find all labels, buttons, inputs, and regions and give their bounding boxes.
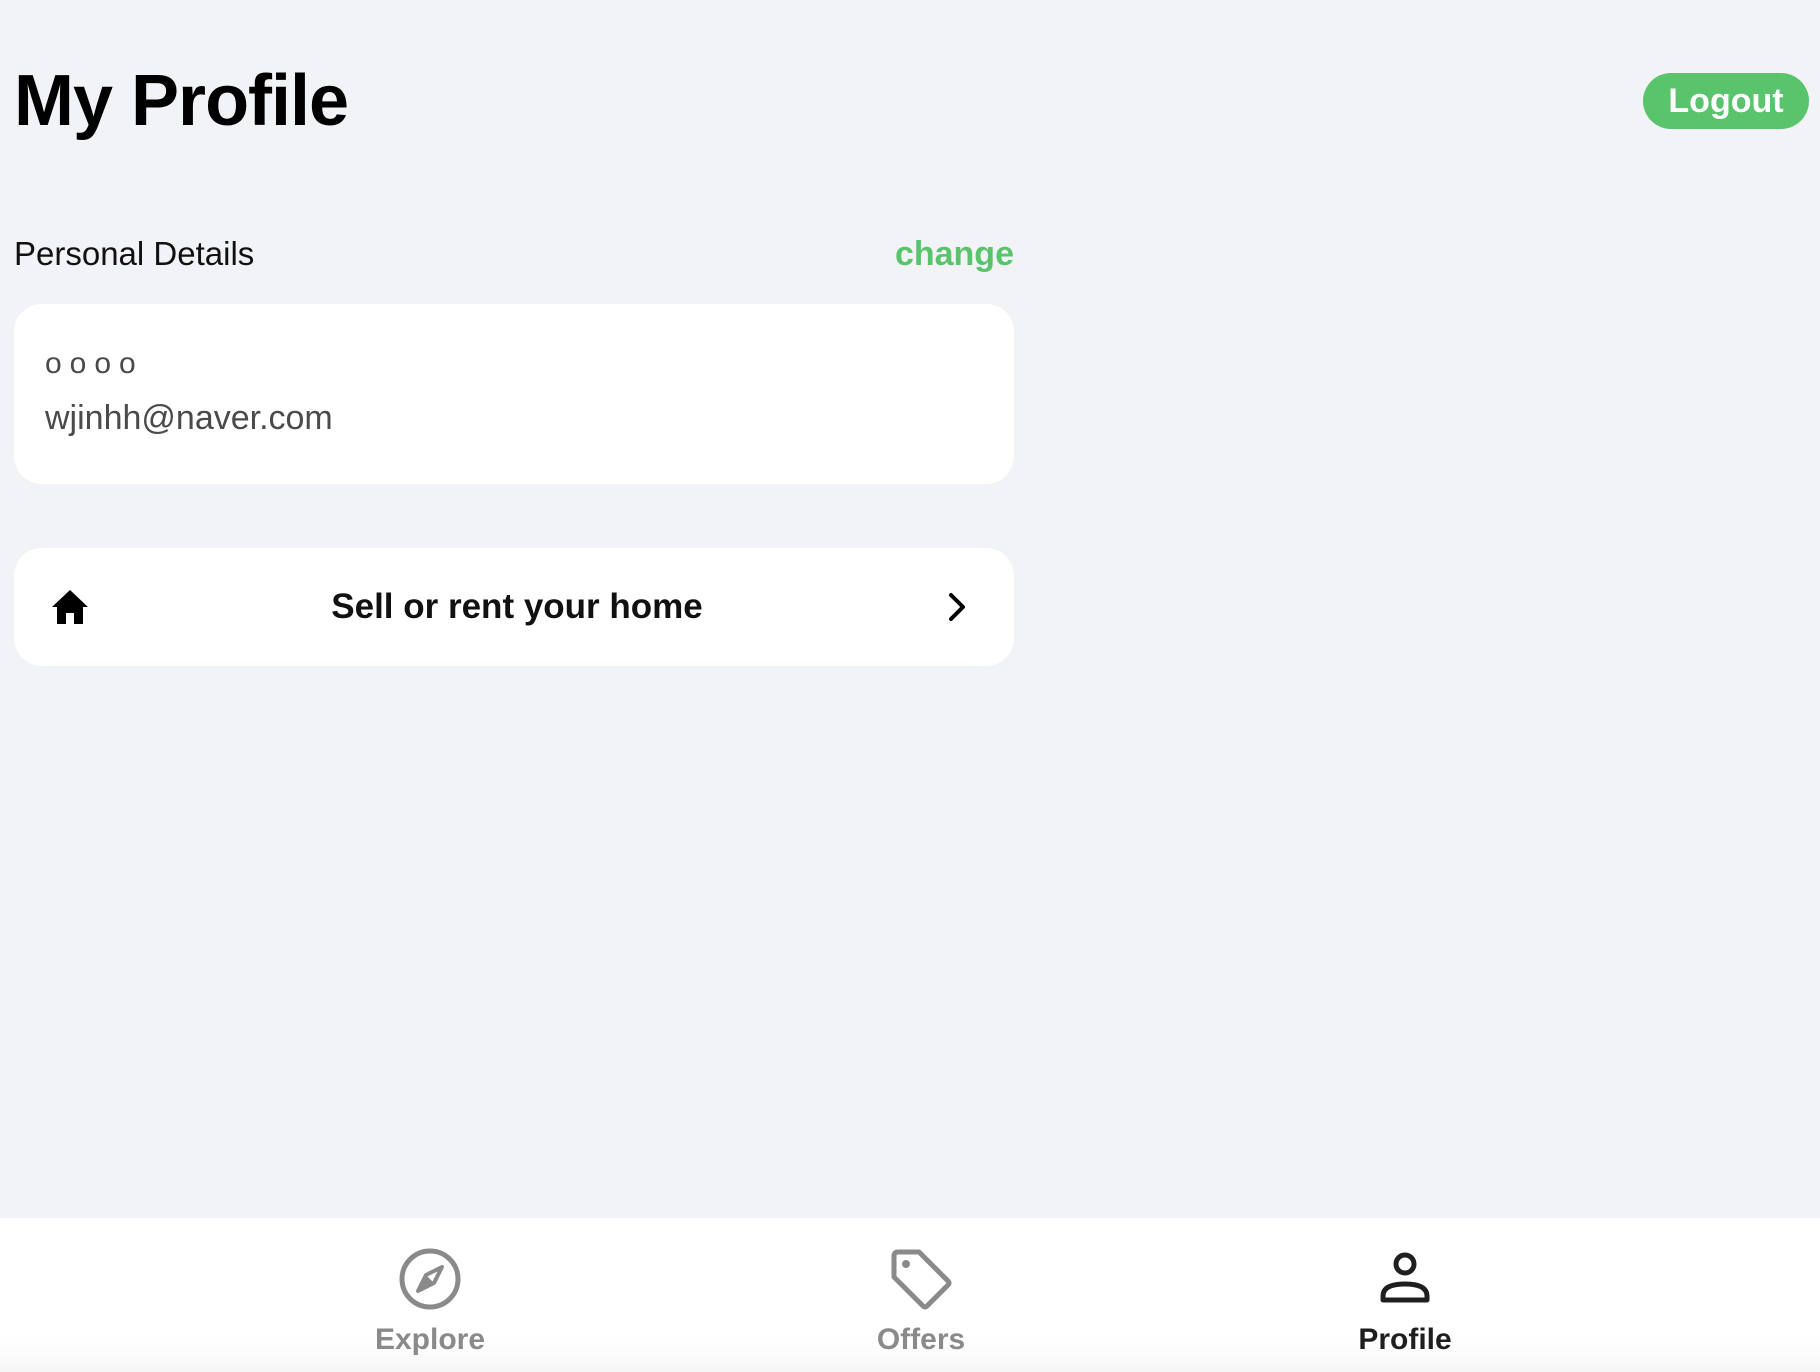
nav-profile-label: Profile [1358,1323,1452,1356]
nav-offers[interactable]: Offers [821,1246,1021,1366]
home-icon [48,585,92,629]
personal-details-label: Personal Details [14,235,255,272]
nav-explore-label: Explore [374,1323,486,1356]
user-name: oooo [45,347,144,380]
compass-icon [397,1246,463,1312]
personal-details-header: Personal Details change [14,228,1014,280]
tag-icon [888,1246,954,1312]
page-title: My Profile [14,61,349,141]
nav-offers-label: Offers [876,1323,966,1356]
change-details-link[interactable]: change [895,235,1014,274]
chevron-right-icon [942,589,972,625]
personal-details-card: oooo wjinhh@naver.com [14,304,1014,484]
bottom-navigation: Explore Offers Profile [0,1218,1820,1372]
profile-screen: My Profile Logout Personal Details chang… [0,0,1820,1372]
profile-header: My Profile Logout [14,56,1809,146]
sell-or-rent-home-label: Sell or rent your home [331,587,703,626]
nav-explore[interactable]: Explore [330,1246,530,1366]
person-icon [1372,1246,1438,1312]
user-email: wjinhh@naver.com [45,399,333,437]
nav-profile[interactable]: Profile [1305,1246,1505,1366]
sell-or-rent-home-row[interactable]: Sell or rent your home [14,548,1014,666]
logout-button[interactable]: Logout [1643,73,1809,129]
